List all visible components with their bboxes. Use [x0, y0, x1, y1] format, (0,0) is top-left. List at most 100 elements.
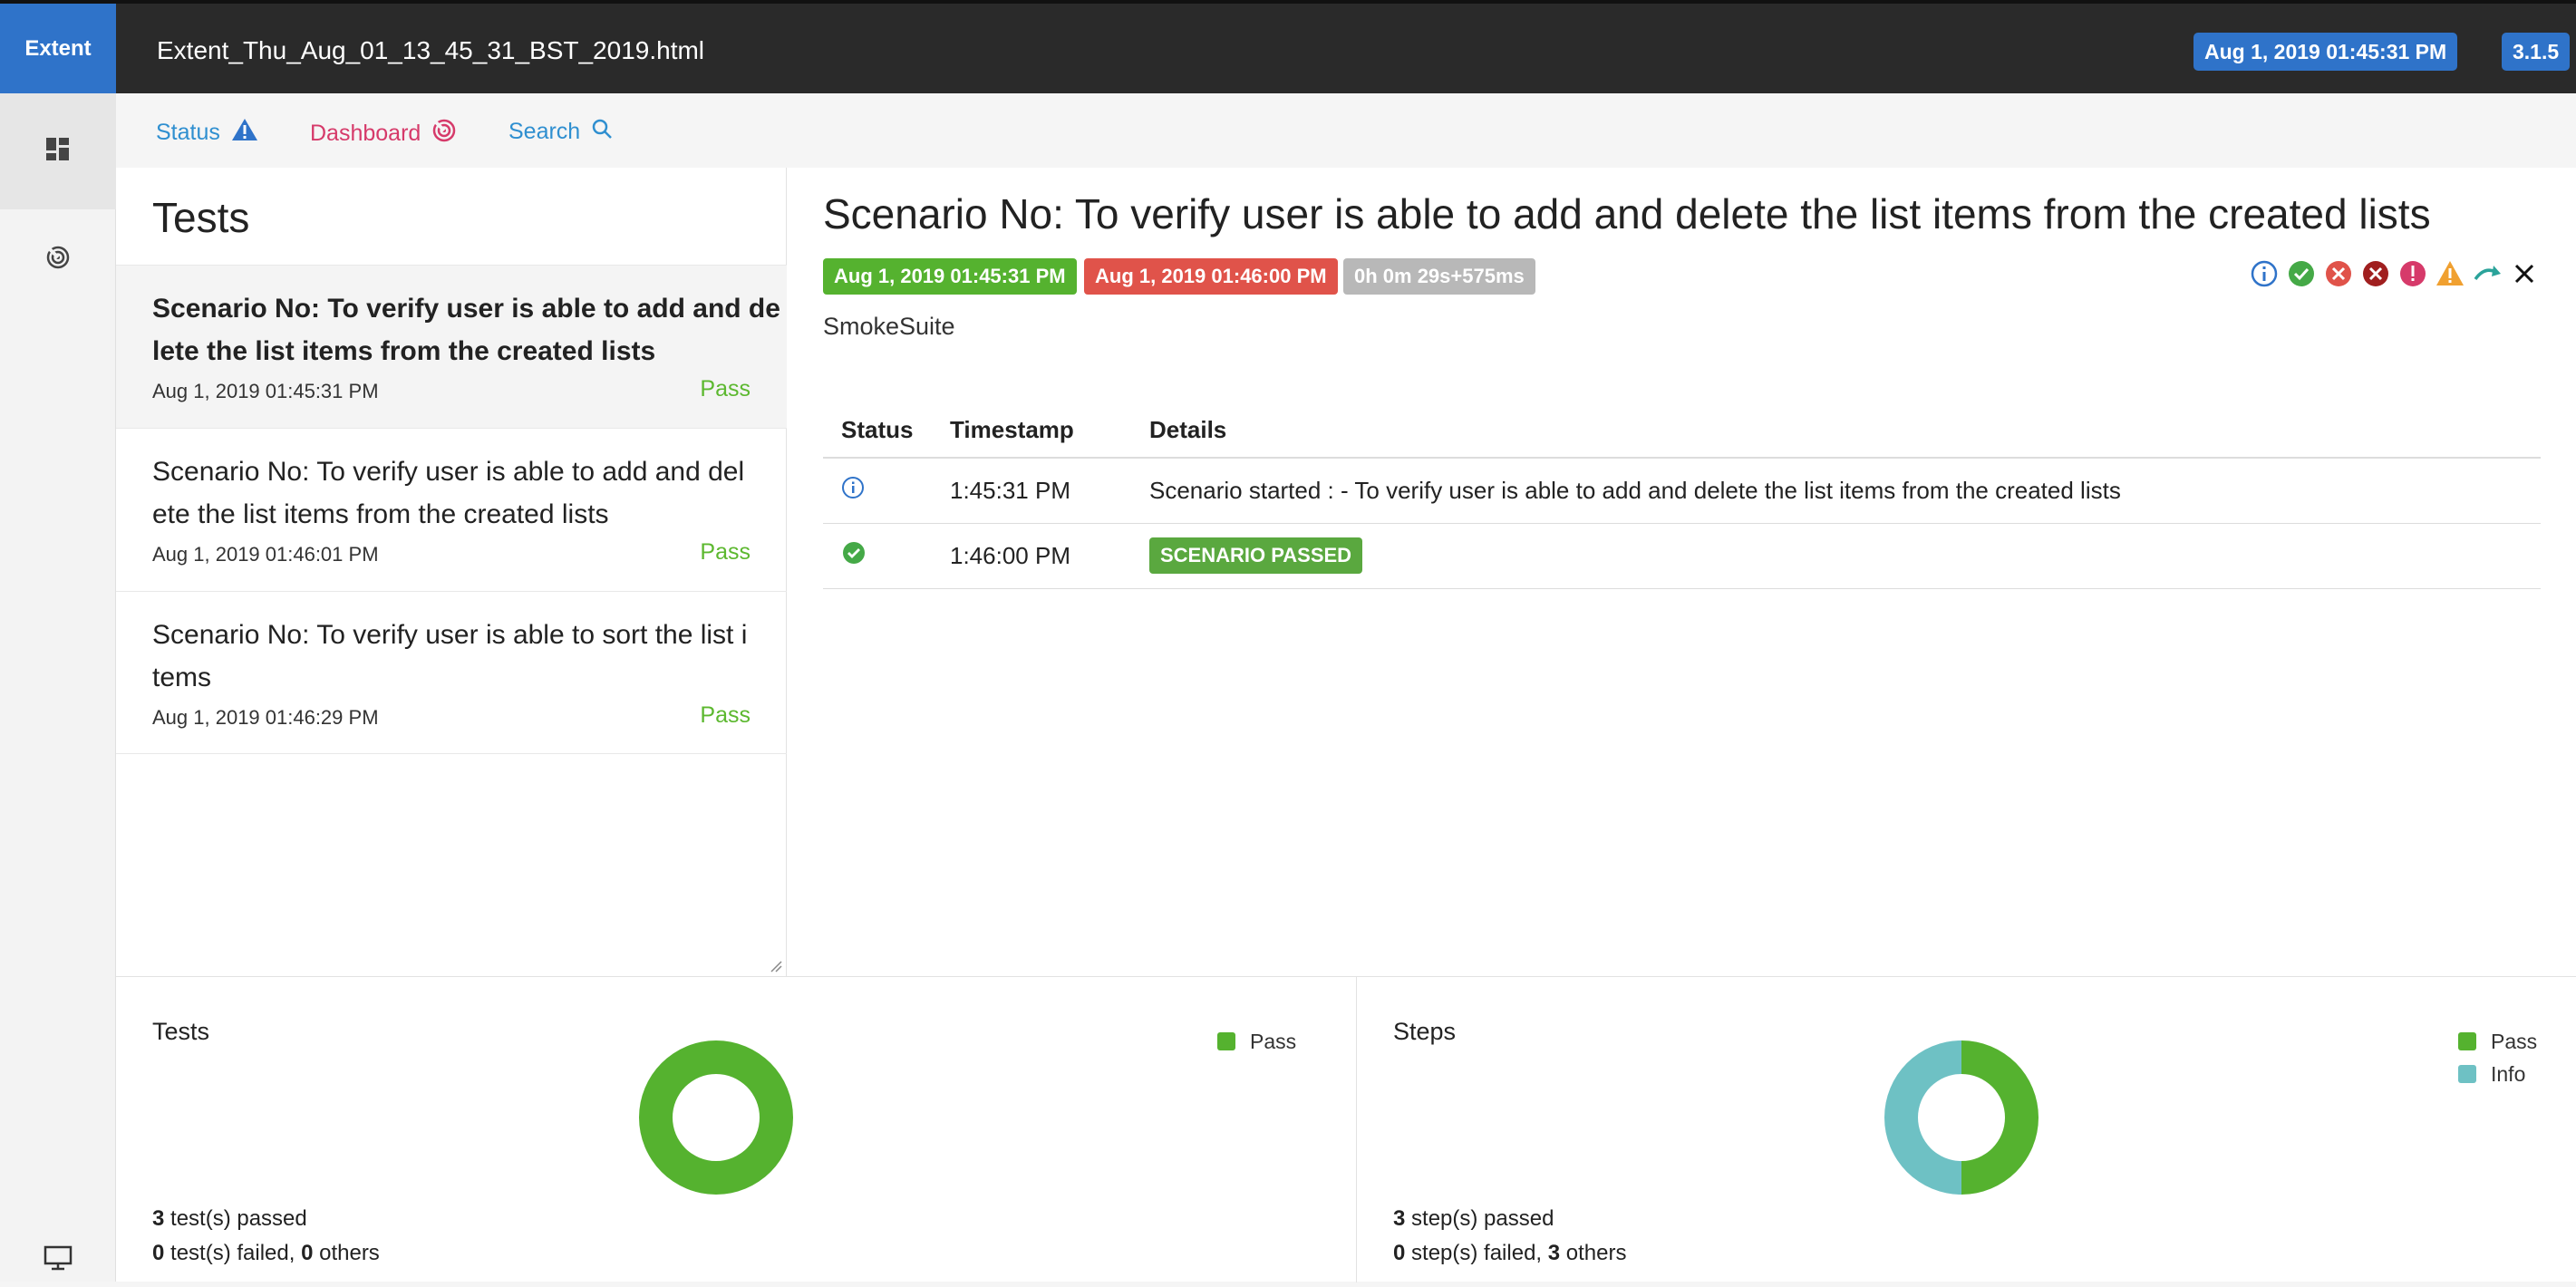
- tests-others-text: others: [313, 1241, 380, 1265]
- tests-summary-passed: 3 test(s) passed: [152, 1206, 307, 1232]
- tests-failed-text: test(s) failed,: [164, 1241, 302, 1265]
- clear-icon[interactable]: [2509, 258, 2540, 289]
- tests-others-count: 0: [301, 1241, 314, 1265]
- legend-swatch: [1217, 1032, 1235, 1050]
- error-icon[interactable]: [2397, 258, 2428, 289]
- info-icon[interactable]: [2249, 258, 2280, 289]
- legend-item[interactable]: Pass: [1217, 1025, 1296, 1058]
- donut-slice-info[interactable]: [1884, 1040, 1961, 1195]
- legend-label: Pass: [1250, 1029, 1297, 1053]
- dashboard-grid-icon: [46, 137, 70, 166]
- test-detail-title: Scenario No: To verify user is able to a…: [823, 190, 2431, 237]
- test-detail-panel: Scenario No: To verify user is able to a…: [787, 168, 2576, 976]
- test-status: Pass: [700, 376, 751, 402]
- tests-failed-count: 0: [152, 1241, 165, 1265]
- donut-slice-pass[interactable]: [1961, 1040, 2039, 1195]
- test-list-item[interactable]: Scenario No: To verify user is able to s…: [116, 591, 787, 754]
- fail-icon[interactable]: [2323, 258, 2354, 289]
- report-timestamp-badge: Aug 1, 2019 01:45:31 PM: [2193, 33, 2458, 71]
- version-badge: 3.1.5: [2502, 33, 2571, 71]
- category-tag[interactable]: SmokeSuite: [823, 313, 955, 341]
- column-header-details: Details: [1131, 403, 2541, 459]
- steps-chart-title: Steps: [1393, 1018, 1457, 1045]
- dashboard-toggle[interactable]: Dashboard: [310, 118, 457, 150]
- nav-dashboard-view[interactable]: [0, 209, 116, 309]
- pass-icon[interactable]: [2286, 258, 2317, 289]
- tests-chart-card: Tests Pass 3 test(s) passed 0 test(s) fa…: [116, 977, 1357, 1282]
- sub-nav: Status Dashboard Search: [116, 93, 2576, 168]
- log-details: Scenario started : - To verify user is a…: [1131, 458, 2541, 524]
- steps-donut-chart: [1884, 1040, 2039, 1195]
- warning-icon[interactable]: [2435, 258, 2465, 289]
- tests-summary-failed: 0 test(s) failed, 0 others: [152, 1241, 380, 1266]
- log-table-header: Status Timestamp Details: [823, 403, 2541, 459]
- steps-failed-count: 0: [1393, 1241, 1406, 1265]
- test-name: Scenario No: To verify user is able to a…: [152, 457, 745, 529]
- steps-passed-count: 3: [1393, 1206, 1406, 1231]
- skip-icon[interactable]: [2472, 258, 2503, 289]
- tests-passed-text: test(s) passed: [164, 1206, 307, 1231]
- scenario-passed-label: SCENARIO PASSED: [1149, 537, 1363, 574]
- log-timestamp: 1:46:00 PM: [932, 523, 1131, 589]
- left-nav: [0, 93, 116, 1282]
- tests-legend: Pass: [1217, 1025, 1296, 1058]
- log-timestamp: 1:45:31 PM: [932, 458, 1131, 524]
- log-status-cell: [823, 523, 932, 589]
- test-name: Scenario No: To verify user is able to s…: [152, 620, 748, 692]
- steps-others-text: others: [1560, 1241, 1627, 1265]
- log-table: Status Timestamp Details 1:45:31 PM Scen…: [823, 403, 2541, 589]
- warning-icon: [231, 118, 258, 148]
- report-file-name: Extent_Thu_Aug_01_13_45_31_BST_2019.html: [157, 36, 705, 64]
- test-list-title: Tests: [152, 194, 250, 241]
- donut-slice-pass[interactable]: [639, 1040, 793, 1195]
- test-start-time: Aug 1, 2019 01:46:29 PM: [152, 706, 379, 729]
- log-row: 1:45:31 PM Scenario started : - To verif…: [823, 458, 2541, 524]
- steps-others-count: 3: [1547, 1241, 1561, 1265]
- resize-grip-icon[interactable]: [770, 960, 782, 973]
- column-header-status: Status: [823, 403, 932, 459]
- legend-swatch: [2458, 1065, 2476, 1083]
- test-start-time: Aug 1, 2019 01:46:01 PM: [152, 543, 379, 566]
- steps-summary-passed: 3 step(s) passed: [1393, 1206, 1554, 1232]
- status-filter-icons: [2249, 258, 2540, 289]
- monitor-icon: [44, 1245, 73, 1275]
- steps-summary-failed: 0 step(s) failed, 3 others: [1393, 1241, 1627, 1266]
- steps-passed-text: step(s) passed: [1405, 1206, 1554, 1231]
- legend-label: Pass: [2491, 1029, 2538, 1053]
- test-status: Pass: [700, 539, 751, 565]
- test-list-item[interactable]: Scenario No: To verify user is able to a…: [116, 265, 787, 428]
- legend-item[interactable]: Info: [2458, 1058, 2537, 1090]
- brand-logo[interactable]: Extent: [0, 4, 116, 94]
- legend-swatch: [2458, 1032, 2476, 1050]
- status-filter-dropdown[interactable]: Status: [156, 118, 258, 148]
- tests-chart-title: Tests: [152, 1018, 210, 1045]
- status-filter-label: Status: [156, 120, 220, 145]
- fatal-icon[interactable]: [2360, 258, 2391, 289]
- radar-icon: [431, 118, 457, 150]
- nav-test-view[interactable]: [0, 93, 116, 209]
- duration-label: 0h 0m 29s+575ms: [1343, 258, 1535, 295]
- log-status-cell: [823, 458, 932, 524]
- test-start-time: Aug 1, 2019 01:45:31 PM: [152, 380, 379, 402]
- dashboard-toggle-label: Dashboard: [310, 121, 421, 146]
- radar-icon: [45, 245, 71, 275]
- search-icon: [591, 118, 613, 146]
- log-details: SCENARIO PASSED: [1131, 523, 2541, 589]
- column-header-timestamp: Timestamp: [932, 403, 1131, 459]
- tests-passed-count: 3: [152, 1206, 165, 1231]
- tests-donut-chart: [639, 1040, 793, 1195]
- top-bar: Extent Extent_Thu_Aug_01_13_45_31_BST_20…: [0, 0, 2576, 94]
- dashboard-charts: Tests Pass 3 test(s) passed 0 test(s) fa…: [116, 976, 2576, 1282]
- info-icon: [841, 476, 865, 505]
- test-name: Scenario No: To verify user is able to a…: [152, 294, 780, 366]
- test-list-panel: Tests Scenario No: To verify user is abl…: [116, 168, 787, 976]
- search-toggle[interactable]: Search: [508, 118, 613, 146]
- steps-chart-card: Steps Pass Info 3 step(s) passed 0 step(…: [1357, 977, 2576, 1282]
- test-list-item[interactable]: Scenario No: To verify user is able to a…: [116, 428, 787, 591]
- legend-item[interactable]: Pass: [2458, 1025, 2537, 1058]
- nav-environment[interactable]: [0, 1233, 116, 1287]
- search-toggle-label: Search: [508, 119, 581, 144]
- log-row: 1:46:00 PM SCENARIO PASSED: [823, 523, 2541, 589]
- steps-legend: Pass Info: [2458, 1025, 2537, 1090]
- test-status: Pass: [700, 702, 751, 728]
